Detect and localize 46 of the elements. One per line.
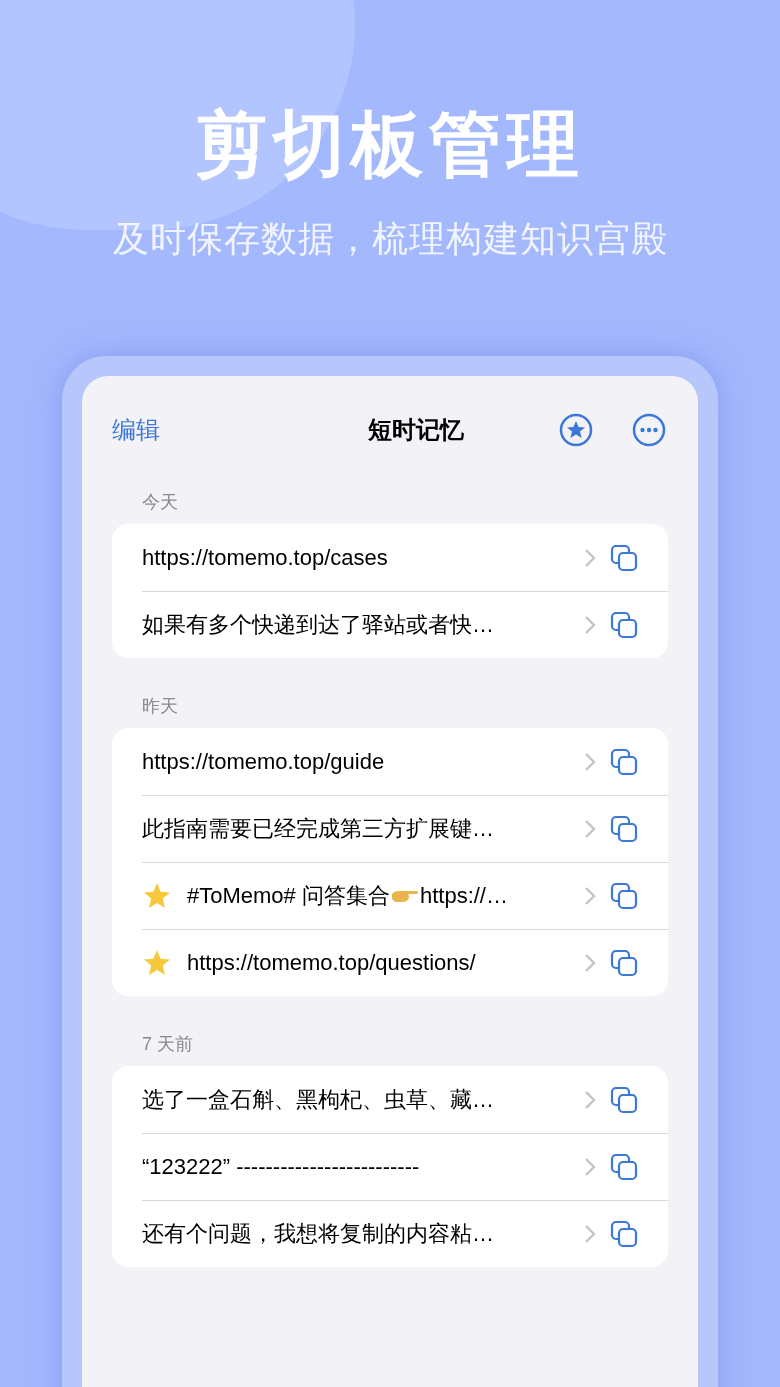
copy-icon[interactable] xyxy=(610,747,638,776)
row-text: 选了一盒石斛、黑枸杞、虫草、藏… xyxy=(142,1085,494,1114)
clipboard-row[interactable]: https://tomemo.top/guide xyxy=(142,728,668,795)
section-header: 昨天 xyxy=(141,695,179,718)
copy-icon[interactable] xyxy=(610,1220,638,1248)
row-text: https://tomemo.top/guide xyxy=(142,747,385,776)
starred-filter-icon[interactable] xyxy=(559,413,593,447)
clipboard-row[interactable]: “123222” ------------------------- xyxy=(142,1133,668,1200)
row-text: 此指南需要已经完成第三方扩展键… xyxy=(142,815,494,843)
row-text: 如果有多个快递到达了驿站或者快… xyxy=(142,611,494,639)
row-text: https://tomemo.top/questions/ xyxy=(187,949,476,977)
chevron-icon xyxy=(584,1157,596,1177)
row-text: “123222” ------------------------- xyxy=(142,1153,420,1181)
row-text: https://tomemo.top/cases xyxy=(142,543,388,572)
chevron-icon xyxy=(584,886,596,906)
copy-icon[interactable] xyxy=(610,543,638,572)
row-text: 还有个问题，我想将复制的内容粘… xyxy=(142,1220,494,1248)
chevron-icon xyxy=(584,547,596,568)
section-header: 7 天前 xyxy=(141,1033,194,1056)
chevron-icon xyxy=(584,1089,596,1110)
row-text: #ToMemo# 问答集合 xyxy=(187,882,390,910)
more-icon[interactable] xyxy=(632,413,666,447)
copy-icon[interactable] xyxy=(610,882,638,910)
chevron-icon xyxy=(584,953,596,973)
edit-button[interactable]: 编辑 xyxy=(112,412,232,448)
clipboard-row[interactable]: #ToMemo# 问答集合 https://… xyxy=(142,862,668,929)
clipboard-row[interactable]: 还有个问题，我想将复制的内容粘… xyxy=(142,1200,668,1267)
clipboard-row[interactable]: https://tomemo.top/cases xyxy=(142,524,668,591)
nav-title: 短时记忆 xyxy=(366,415,465,445)
copy-icon[interactable] xyxy=(610,1085,638,1114)
chevron-icon xyxy=(584,615,596,635)
copy-icon[interactable] xyxy=(610,815,638,843)
chevron-icon xyxy=(584,1224,596,1244)
chevron-icon xyxy=(584,819,596,839)
clipboard-row[interactable]: 如果有多个快递到达了驿站或者快… xyxy=(142,591,668,658)
clipboard-row[interactable]: 选了一盒石斛、黑枸杞、虫草、藏… xyxy=(142,1066,668,1133)
copy-icon[interactable] xyxy=(610,949,638,977)
copy-icon[interactable] xyxy=(610,611,638,639)
row-text: https://… xyxy=(419,882,508,910)
headline: 剪切板管理 xyxy=(195,103,585,186)
section-header: 今天 xyxy=(141,491,179,514)
chevron-icon xyxy=(584,751,596,772)
subheadline: 及时保存数据，梳理构建知识宫殿 xyxy=(112,217,668,261)
clipboard-row[interactable]: https://tomemo.top/questions/ xyxy=(142,929,668,996)
clipboard-row[interactable]: 此指南需要已经完成第三方扩展键… xyxy=(142,795,668,862)
copy-icon[interactable] xyxy=(610,1153,638,1181)
